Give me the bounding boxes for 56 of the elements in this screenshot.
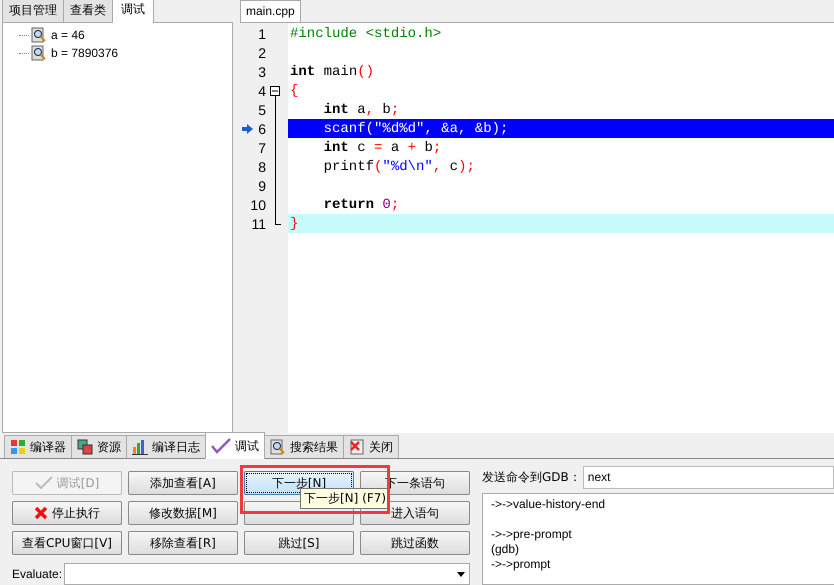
panel-tab[interactable]: 调试 [112, 0, 154, 23]
gdb-output: ->->value-history-end ->->pre-prompt (gdb) ->->prompt [482, 493, 834, 585]
cross-icon [34, 506, 48, 520]
watch-item[interactable]: b = 7890376 [51, 46, 118, 60]
debug-button[interactable]: 添加查看[A] [128, 471, 238, 495]
code-line: } [290, 216, 298, 232]
evaluate-label: Evaluate: [12, 567, 64, 581]
bar-chart-icon [132, 439, 148, 455]
code-line: int a, b; [322, 102, 400, 118]
line-number: 3 [257, 64, 266, 80]
dropdown-icon [457, 572, 465, 576]
line-number: 11 [250, 216, 266, 232]
panel-tab[interactable]: 关闭 [343, 435, 399, 458]
line-number: 2 [257, 44, 266, 60]
panel-tab[interactable]: 编译器 [4, 435, 72, 458]
code-line: scanf("%d%d", &a, &b); [322, 120, 508, 136]
search-icon [270, 439, 286, 455]
gdb-command-label: 发送命令到GDB： [482, 468, 581, 486]
line-number: 6 [257, 120, 266, 136]
panel-tab[interactable]: 资源 [71, 435, 127, 458]
panel-tab[interactable]: 编译日志 [126, 435, 206, 458]
debug-button[interactable]: 移除查看[R] [128, 531, 238, 555]
line-number: 7 [257, 140, 266, 156]
line-number: 5 [257, 102, 266, 118]
close-icon [349, 439, 365, 455]
line-number: 9 [257, 178, 266, 194]
windows-icon [77, 439, 93, 455]
check-icon [211, 438, 231, 454]
line-number: 10 [249, 196, 266, 212]
debug-button[interactable]: 修改数据[M] [128, 501, 238, 525]
debug-button[interactable]: 停止执行 [12, 501, 122, 525]
panel-tab[interactable]: 调试 [205, 432, 265, 459]
line-number: 1 [257, 26, 266, 42]
code-line: printf("%d\n", c); [322, 158, 475, 174]
watch-item[interactable]: a = 46 [51, 28, 85, 42]
magnifier-icon [31, 27, 47, 43]
code-line: #include <stdio.h> [290, 26, 442, 42]
grid-icon [10, 439, 26, 455]
magnifier-icon [31, 45, 47, 61]
debug-button[interactable]: 跳过函数 [360, 531, 470, 555]
code-line: int main() [290, 64, 374, 80]
code-line: return 0; [322, 196, 400, 212]
debug-button[interactable]: 查看CPU窗口[V] [12, 531, 122, 555]
evaluate-field[interactable] [64, 563, 470, 585]
line-number: 8 [257, 158, 266, 174]
panel-tab[interactable]: 搜索结果 [264, 435, 344, 458]
code-line: int c = a + b; [322, 140, 442, 156]
code-line: { [290, 82, 298, 98]
collapse-icon[interactable] [270, 86, 280, 96]
gdb-command-field[interactable]: next [582, 466, 834, 488]
panel-tab[interactable]: 项目管理 [2, 0, 64, 22]
debug-button[interactable]: 跳过[S] [244, 531, 354, 555]
line-number: 4 [257, 82, 266, 98]
check-icon [34, 476, 53, 490]
file-tab[interactable]: main.cpp [240, 0, 301, 22]
panel-tab[interactable]: 查看类 [63, 0, 113, 22]
